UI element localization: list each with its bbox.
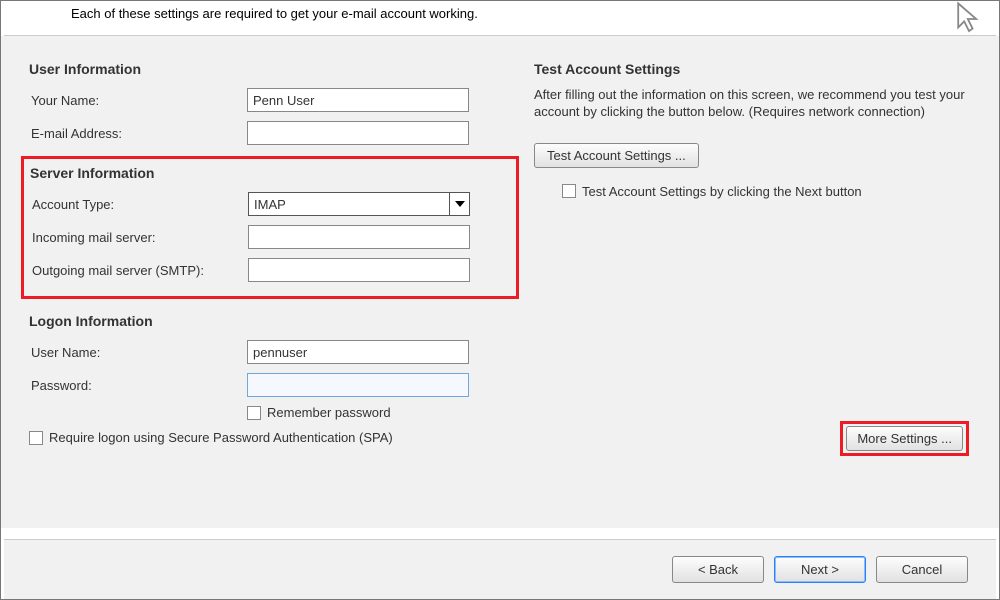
username-input[interactable] [247, 340, 469, 364]
account-type-row: Account Type: IMAP [30, 191, 510, 217]
username-row: User Name: [29, 339, 519, 365]
test-description: After filling out the information on thi… [534, 87, 971, 121]
more-settings-highlight: More Settings ... [840, 421, 969, 456]
form-area: User Information Your Name: E-mail Addre… [1, 36, 999, 528]
your-name-row: Your Name: [29, 87, 519, 113]
incoming-row: Incoming mail server: [30, 224, 510, 250]
outgoing-row: Outgoing mail server (SMTP): [30, 257, 510, 283]
password-input[interactable] [247, 373, 469, 397]
incoming-label: Incoming mail server: [30, 230, 248, 245]
left-column: User Information Your Name: E-mail Addre… [29, 61, 519, 510]
server-info-title: Server Information [30, 165, 510, 181]
next-button[interactable]: Next > [774, 556, 866, 583]
auto-test-label: Test Account Settings by clicking the Ne… [582, 184, 862, 199]
test-title: Test Account Settings [534, 61, 971, 77]
email-row: E-mail Address: [29, 120, 519, 146]
outgoing-label: Outgoing mail server (SMTP): [30, 263, 248, 278]
password-label: Password: [29, 378, 247, 393]
test-account-button[interactable]: Test Account Settings ... [534, 143, 699, 168]
logon-info-title: Logon Information [29, 313, 519, 329]
dialog-footer: < Back Next > Cancel [4, 539, 996, 599]
user-info-title: User Information [29, 61, 519, 77]
remember-password-label: Remember password [267, 405, 391, 420]
more-settings-button[interactable]: More Settings ... [846, 426, 963, 451]
outgoing-input[interactable] [248, 258, 470, 282]
your-name-label: Your Name: [29, 93, 247, 108]
remember-password-row[interactable]: Remember password [247, 405, 519, 420]
password-row: Password: [29, 372, 519, 398]
auto-test-checkbox[interactable] [562, 184, 576, 198]
instruction-text: Each of these settings are required to g… [1, 1, 999, 35]
remember-password-checkbox[interactable] [247, 406, 261, 420]
account-type-label: Account Type: [30, 197, 248, 212]
spa-row[interactable]: Require logon using Secure Password Auth… [29, 430, 519, 445]
incoming-input[interactable] [248, 225, 470, 249]
chevron-down-icon [449, 193, 469, 215]
your-name-input[interactable] [247, 88, 469, 112]
account-type-select[interactable]: IMAP [248, 192, 470, 216]
back-button[interactable]: < Back [672, 556, 764, 583]
email-input[interactable] [247, 121, 469, 145]
account-type-value: IMAP [254, 197, 286, 212]
cursor-icon [954, 1, 984, 37]
cancel-button[interactable]: Cancel [876, 556, 968, 583]
auto-test-row[interactable]: Test Account Settings by clicking the Ne… [562, 184, 971, 199]
spa-label: Require logon using Secure Password Auth… [49, 430, 393, 445]
server-info-highlight: Server Information Account Type: IMAP In… [21, 156, 519, 299]
username-label: User Name: [29, 345, 247, 360]
email-label: E-mail Address: [29, 126, 247, 141]
email-settings-dialog: Each of these settings are required to g… [0, 0, 1000, 600]
spa-checkbox[interactable] [29, 431, 43, 445]
